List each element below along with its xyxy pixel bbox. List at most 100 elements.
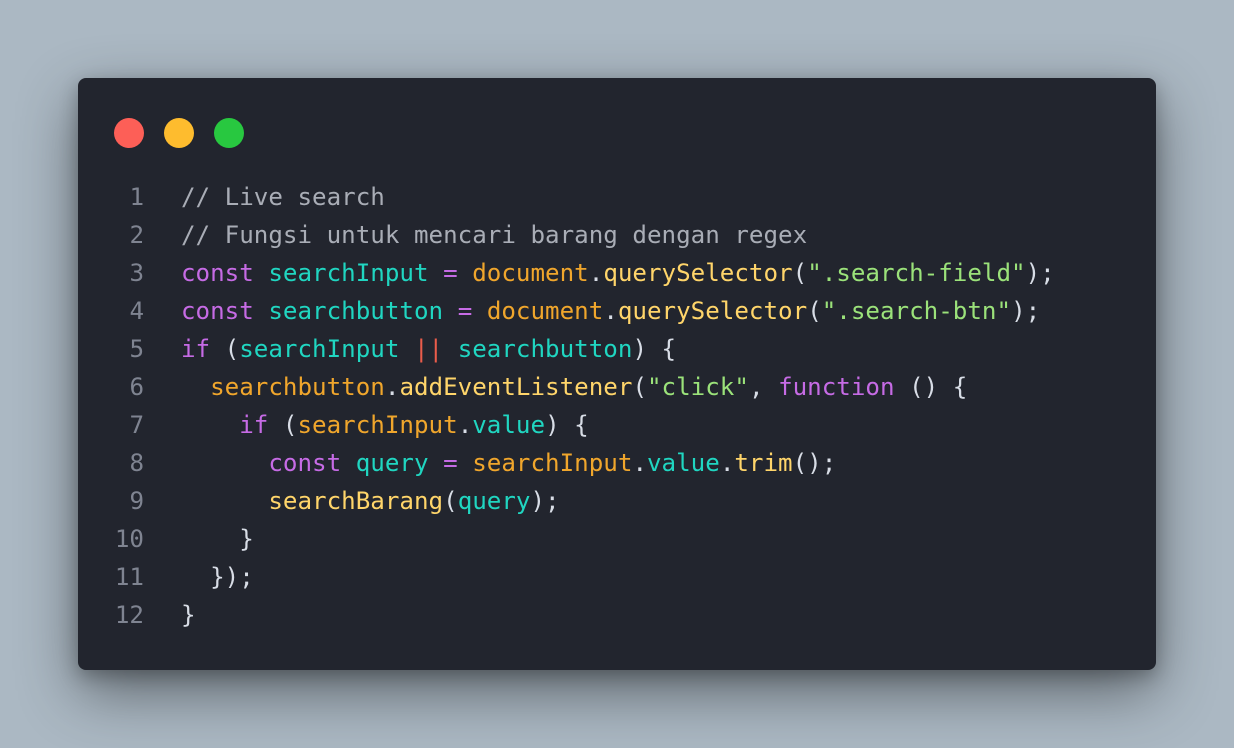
code-line: 1 // Live search <box>108 178 1055 216</box>
code-token-default <box>181 411 239 439</box>
code-token-variable: searchInput <box>239 335 400 363</box>
code-token-keyword: if <box>181 335 211 363</box>
code-token-object: document <box>472 259 589 287</box>
code-token-default <box>254 297 269 325</box>
code-token-keyword: = <box>443 449 458 477</box>
code-token-object: searchInput <box>297 411 458 439</box>
code-token-default: . <box>719 449 735 477</box>
code-token-keyword: function <box>778 373 895 401</box>
code-block: 1 // Live search 2 // Fungsi untuk mencari … <box>108 178 1055 634</box>
code-token-default: ) { <box>545 411 589 439</box>
code-token-default: () { <box>894 373 968 401</box>
line-number: 9 <box>129 487 144 515</box>
code-token-string: ".search-btn" <box>821 297 1012 325</box>
code-token-default: . <box>384 373 400 401</box>
code-token-default: ( <box>632 373 647 401</box>
code-token-keyword: const <box>181 259 254 287</box>
code-token-method: trim <box>734 449 793 477</box>
code-token-object: searchInput <box>472 449 633 477</box>
code-text: const query = searchInput.value.trim(); <box>181 444 836 482</box>
code-token-variable: searchbutton <box>457 335 633 363</box>
code-text: searchbutton.addEventListener("click", f… <box>181 368 967 406</box>
code-token-default: } <box>181 525 254 553</box>
code-token-keyword: if <box>239 411 269 439</box>
code-window: 1 // Live search 2 // Fungsi untuk mencari … <box>78 78 1156 670</box>
code-line: 7 if (searchInput.value) { <box>108 406 1055 444</box>
code-token-operator: || <box>414 335 444 363</box>
code-text: // Live search <box>181 178 385 216</box>
code-token-object: searchbutton <box>210 373 385 401</box>
line-number: 5 <box>129 335 144 363</box>
code-token-default: ); <box>1011 297 1041 325</box>
code-token-default: } <box>181 601 196 629</box>
code-text: if (searchInput || searchbutton) { <box>181 330 676 368</box>
code-line: 4 const searchbutton = document.querySele… <box>108 292 1055 330</box>
code-token-default <box>443 335 458 363</box>
code-token-default: ( <box>268 411 298 439</box>
code-token-comment: // Fungsi untuk mencari barang dengan re… <box>181 221 808 249</box>
line-number: 6 <box>129 373 144 401</box>
code-line: 12} <box>108 596 1055 634</box>
code-token-default: ) { <box>632 335 677 363</box>
code-token-variable: query <box>457 487 531 515</box>
close-button[interactable] <box>114 118 144 148</box>
code-token-method: querySelector <box>603 259 793 287</box>
code-text: const searchInput = document.querySelect… <box>181 254 1055 292</box>
minimize-button[interactable] <box>164 118 194 148</box>
line-number: 7 <box>129 411 144 439</box>
code-token-variable: searchbutton <box>268 297 444 325</box>
code-token-variable: searchInput <box>268 259 429 287</box>
code-line: 3 const searchInput = document.querySelec… <box>108 254 1055 292</box>
code-token-default <box>458 259 473 287</box>
code-line: 6 searchbutton.addEventListener("click",… <box>108 368 1055 406</box>
code-token-default <box>429 449 444 477</box>
code-token-default: . <box>632 449 647 477</box>
code-token-keyword: = <box>457 297 473 325</box>
code-token-object: document <box>486 297 604 325</box>
code-token-default <box>181 449 268 477</box>
line-number: 12 <box>114 601 144 629</box>
line-number: 4 <box>129 297 144 325</box>
line-number: 2 <box>129 221 144 249</box>
code-token-method: addEventListener <box>399 373 633 401</box>
code-token-default: ( <box>792 259 808 287</box>
code-token-default <box>443 297 458 325</box>
code-token-variable: query <box>355 449 429 477</box>
code-line: 10 } <box>108 520 1055 558</box>
code-token-default: ( <box>807 297 822 325</box>
code-line: 11 }); <box>108 558 1055 596</box>
code-token-default: (); <box>792 449 837 477</box>
code-line: 5 if (searchInput || searchbutton) { <box>108 330 1055 368</box>
code-text: const searchbutton = document.querySelec… <box>181 292 1040 330</box>
code-token-default: . <box>603 297 618 325</box>
code-text: }); <box>181 558 254 596</box>
code-token-default <box>472 297 487 325</box>
code-token-default <box>181 487 268 515</box>
code-token-string: "click" <box>647 373 749 401</box>
line-number: 11 <box>114 563 144 591</box>
maximize-button[interactable] <box>214 118 244 148</box>
code-token-default: }); <box>181 563 254 591</box>
code-line: 9 searchBarang(query); <box>108 482 1055 520</box>
code-token-variable: value <box>472 411 546 439</box>
code-token-default: ( <box>210 335 240 363</box>
code-token-string: ".search-field" <box>807 259 1026 287</box>
code-token-default: ( <box>443 487 458 515</box>
code-token-default: , <box>748 373 779 401</box>
line-number: 10 <box>114 525 144 553</box>
line-number: 3 <box>129 259 144 287</box>
line-number: 8 <box>129 449 144 477</box>
code-token-default <box>254 259 269 287</box>
code-token-default <box>429 259 444 287</box>
code-token-variable: value <box>647 449 720 477</box>
code-token-keyword: = <box>443 259 458 287</box>
code-line: 2 // Fungsi untuk mencari barang dengan r… <box>108 216 1055 254</box>
code-token-default <box>458 449 473 477</box>
code-token-keyword: const <box>181 297 254 325</box>
code-token-method: querySelector <box>617 297 808 325</box>
code-token-default: . <box>588 259 604 287</box>
code-token-default <box>399 335 414 363</box>
code-token-default <box>181 373 210 401</box>
code-text: searchBarang(query); <box>181 482 559 520</box>
code-text: } <box>181 520 254 558</box>
